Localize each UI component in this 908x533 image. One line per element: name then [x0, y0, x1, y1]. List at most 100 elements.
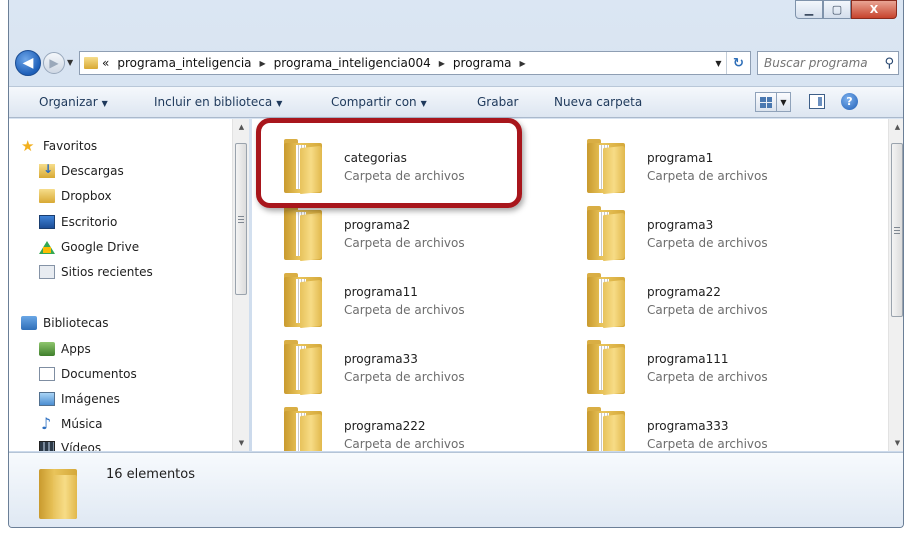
nav-item-musica[interactable]: Música [39, 414, 103, 433]
scroll-down-icon[interactable]: ▼ [889, 435, 903, 451]
scroll-down-icon[interactable]: ▼ [233, 435, 249, 451]
file-name: programa333 [647, 419, 729, 433]
caption-buttons: ▁ ▢ X [795, 0, 897, 19]
scroll-up-icon[interactable]: ▲ [889, 119, 903, 135]
file-type: Carpeta de archivos [647, 169, 768, 183]
refresh-button[interactable]: ↻ [726, 52, 750, 74]
file-name: programa11 [344, 285, 418, 299]
item-count: 16 elementos [106, 467, 196, 482]
nav-item-label: Bibliotecas [43, 316, 109, 330]
google-drive-icon [39, 240, 55, 254]
scrollbar-thumb[interactable] [235, 143, 247, 295]
nav-item-google-drive[interactable]: Google Drive [39, 240, 139, 254]
breadcrumb-separator-icon[interactable]: ▶ [519, 59, 525, 68]
nav-item-descargas[interactable]: Descargas [39, 162, 124, 178]
nav-item-label: Dropbox [61, 189, 112, 203]
preview-pane-icon[interactable] [809, 94, 825, 109]
folder-item-programa22[interactable]: programa22 Carpeta de archivos [585, 267, 865, 329]
folder-icon [39, 189, 55, 203]
breadcrumb-item[interactable]: programa_inteligencia004 [274, 56, 431, 70]
file-type: Carpeta de archivos [647, 236, 768, 250]
folder-item-programa3[interactable]: programa3 Carpeta de archivos [585, 200, 865, 262]
change-view-button[interactable] [755, 92, 777, 112]
address-row: ◀ ▶ ▼ « programa_inteligencia ▶ programa… [9, 44, 903, 82]
nav-item-bibliotecas[interactable]: Bibliotecas [21, 316, 108, 330]
nav-item-sitios-recientes[interactable]: Sitios recientes [39, 265, 153, 279]
folder-icon [282, 273, 326, 329]
organize-button[interactable]: Organizar ▼ [39, 95, 108, 109]
folder-item-categorias[interactable]: categorias Carpeta de archivos [282, 133, 562, 195]
nav-item-dropbox[interactable]: Dropbox [39, 189, 112, 203]
scrollbar-thumb[interactable] [891, 143, 903, 317]
share-with-label: Compartir con [331, 95, 417, 109]
libraries-icon [21, 316, 37, 330]
folder-icon [282, 340, 326, 396]
breadcrumb-item[interactable]: programa_inteligencia [117, 56, 251, 70]
folder-item-programa11[interactable]: programa11 Carpeta de archivos [282, 267, 562, 329]
nav-item-imagenes[interactable]: Imágenes [39, 392, 120, 406]
breadcrumb-separator-icon[interactable]: ▶ [439, 59, 445, 68]
folder-icon [39, 465, 79, 519]
folder-item-programa33[interactable]: programa33 Carpeta de archivos [282, 334, 562, 396]
back-button[interactable]: ◀ [15, 50, 41, 76]
breadcrumb-item[interactable]: programa [453, 56, 512, 70]
back-arrow-icon: ◀ [22, 55, 34, 71]
close-button[interactable]: X [851, 0, 897, 19]
file-name: programa3 [647, 218, 714, 232]
file-type: Carpeta de archivos [344, 437, 465, 451]
nav-item-apps[interactable]: Apps [39, 342, 91, 356]
apps-icon [39, 342, 55, 356]
nav-item-label: Google Drive [61, 240, 140, 254]
file-name: programa22 [647, 285, 721, 299]
folder-item-programa111[interactable]: programa111 Carpeta de archivos [585, 334, 865, 396]
burn-button[interactable]: Grabar [477, 95, 519, 109]
view-dropdown-icon[interactable]: ▼ [777, 92, 791, 112]
navigation-pane: ★Favoritos Descargas Dropbox Escritorio … [9, 119, 249, 451]
nav-item-videos[interactable]: Vídeos [39, 441, 101, 451]
nav-item-label: Música [61, 417, 103, 431]
new-folder-button[interactable]: Nueva carpeta [554, 95, 642, 109]
share-with-button[interactable]: Compartir con ▼ [331, 95, 427, 109]
folder-icon [282, 139, 326, 195]
nav-item-favoritos[interactable]: ★ Favoritos [21, 139, 97, 154]
include-library-label: Incluir en biblioteca [154, 95, 273, 109]
videos-icon [39, 441, 55, 451]
nav-item-label: Sitios recientes [61, 265, 153, 279]
file-type: Carpeta de archivos [344, 303, 465, 317]
forward-arrow-icon: ▶ [49, 56, 59, 70]
nav-item-label: Imágenes [61, 392, 120, 406]
file-list-scrollbar[interactable]: ▲ ▼ [888, 119, 903, 451]
folder-icon [585, 273, 629, 329]
nav-item-documentos[interactable]: Documentos [39, 367, 137, 381]
folder-item-programa2[interactable]: programa2 Carpeta de archivos [282, 200, 562, 262]
music-icon [39, 414, 55, 433]
help-icon[interactable]: ? [841, 93, 858, 110]
include-library-button[interactable]: Incluir en biblioteca ▼ [154, 95, 282, 109]
forward-button[interactable]: ▶ [43, 52, 65, 74]
address-bar[interactable]: « programa_inteligencia ▶ programa_intel… [79, 51, 751, 75]
maximize-button[interactable]: ▢ [823, 0, 851, 19]
recent-pages-dropdown[interactable]: ▼ [67, 58, 73, 67]
file-name: programa222 [344, 419, 426, 433]
search-icon[interactable]: ⚲ [884, 56, 894, 71]
breadcrumb-overflow[interactable]: « [102, 56, 109, 70]
search-input[interactable] [764, 56, 872, 70]
file-name: programa111 [647, 352, 729, 366]
scroll-up-icon[interactable]: ▲ [233, 119, 249, 135]
nav-item-escritorio[interactable]: Escritorio [39, 215, 117, 229]
nav-pane-scrollbar[interactable]: ▲ ▼ [232, 119, 249, 451]
folder-item-programa333[interactable]: programa333 Carpeta de archivos [585, 401, 865, 451]
details-pane: 16 elementos [9, 452, 903, 527]
breadcrumb-separator-icon[interactable]: ▶ [260, 59, 266, 68]
folder-item-programa1[interactable]: programa1 Carpeta de archivos [585, 133, 865, 195]
file-type: Carpeta de archivos [344, 236, 465, 250]
file-name: categorias [344, 151, 407, 165]
folder-icon [282, 206, 326, 262]
pictures-icon [39, 392, 55, 406]
folder-icon [585, 340, 629, 396]
address-dropdown-icon[interactable]: ▼ [710, 59, 726, 68]
view-grid-icon [760, 96, 772, 108]
minimize-button[interactable]: ▁ [795, 0, 823, 19]
folder-item-programa222[interactable]: programa222 Carpeta de archivos [282, 401, 562, 451]
folder-icon [585, 206, 629, 262]
